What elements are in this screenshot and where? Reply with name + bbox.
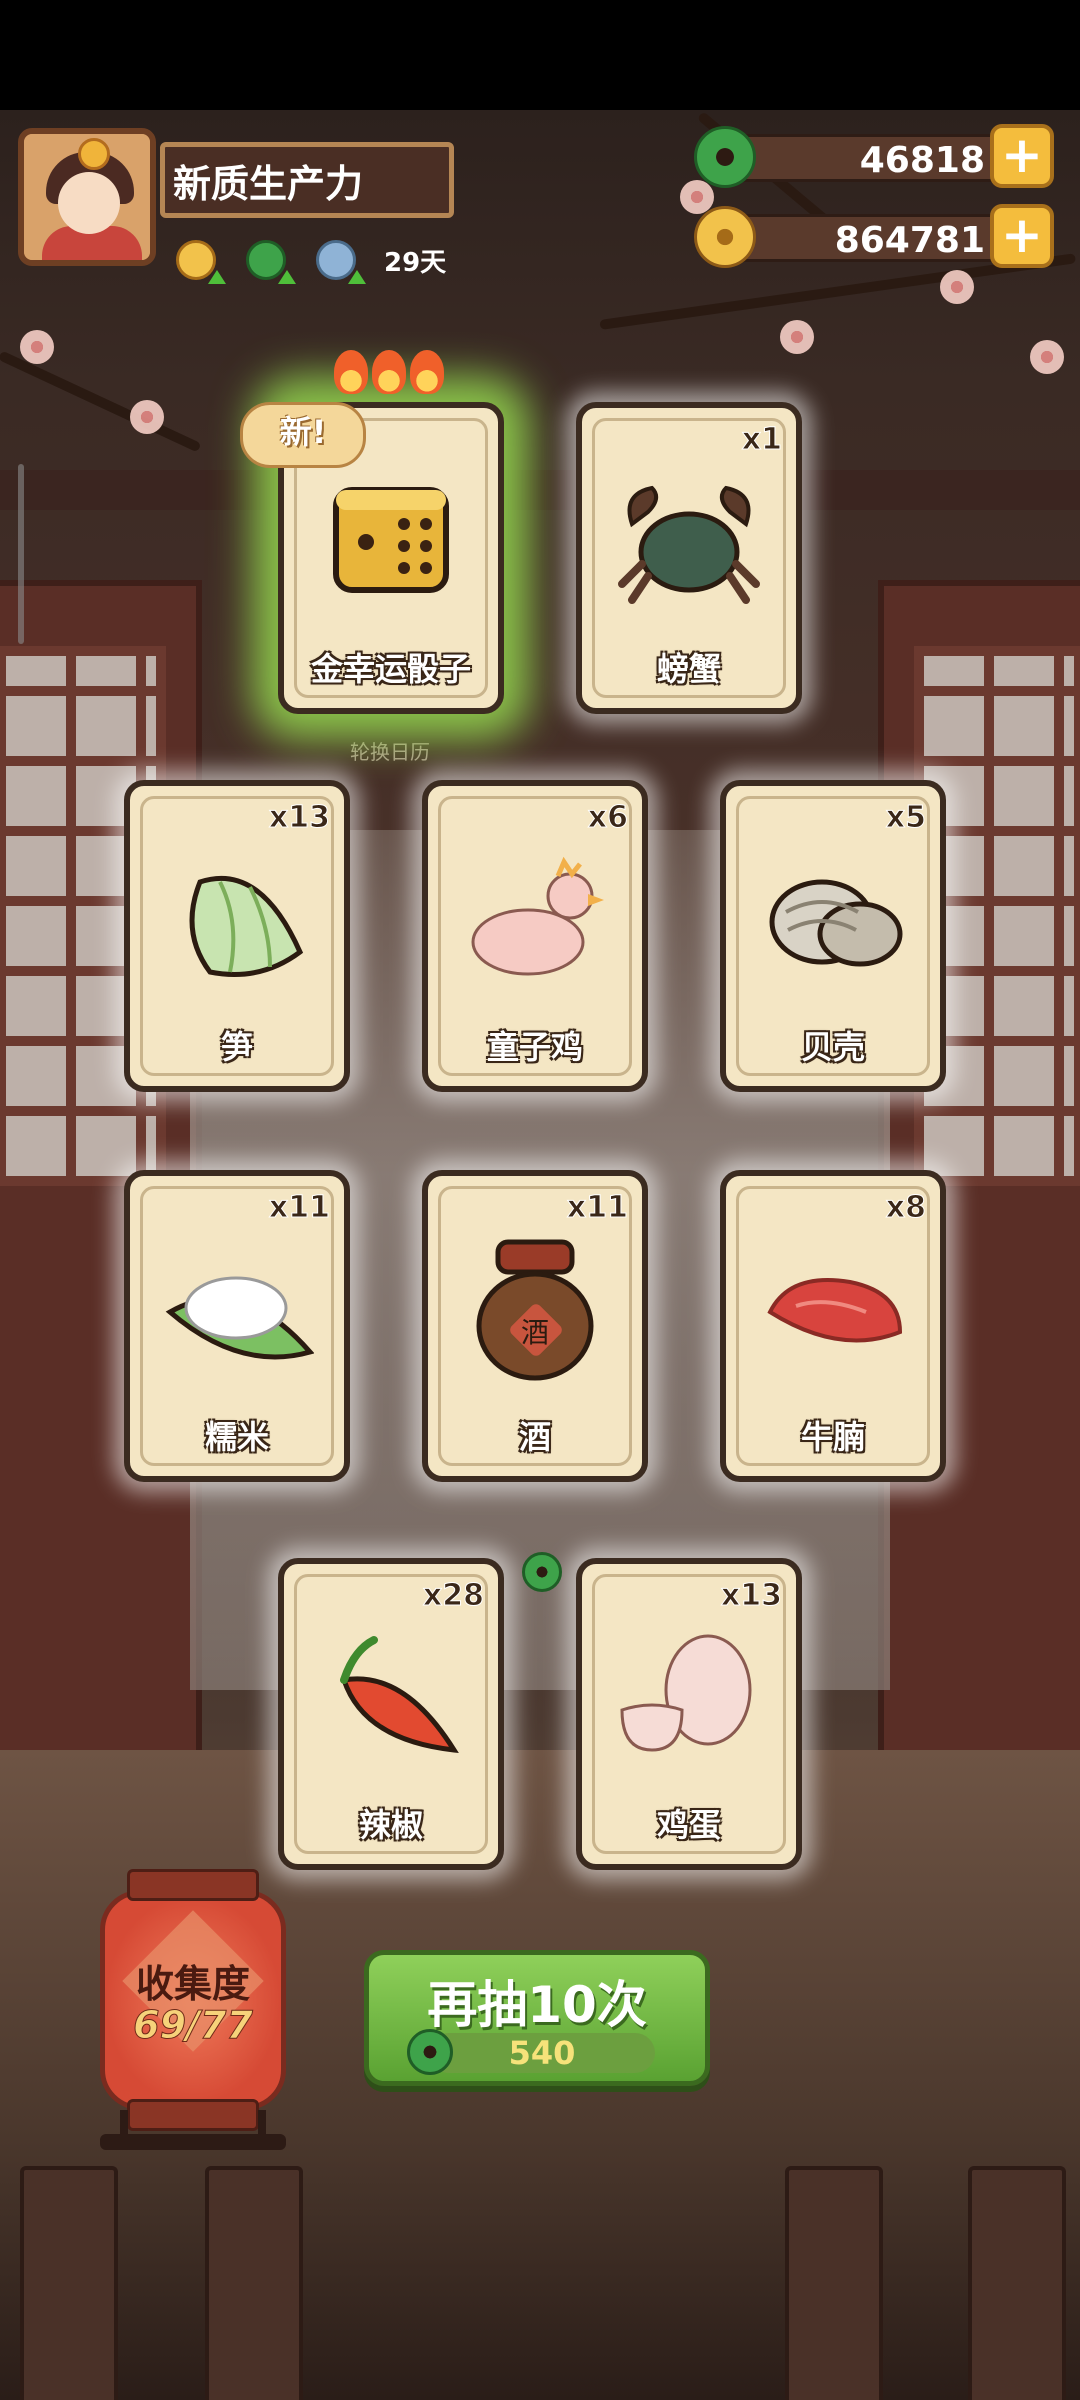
card-label: 笋 — [220, 1028, 253, 1066]
card-count: x13 — [268, 800, 330, 836]
gold-ingot-boost-icon[interactable] — [174, 234, 226, 286]
coin-currency: 864781 + — [694, 204, 1054, 268]
chick-icon — [471, 856, 604, 976]
jade-amount: 46818 — [724, 134, 1018, 182]
collection-title: 收集度 — [135, 1962, 250, 2006]
fire-icon — [334, 350, 444, 394]
jade-currency: 46818 + — [694, 124, 1054, 188]
card-crab[interactable]: x1 螃蟹 — [576, 402, 802, 714]
days-counter: 29天 — [384, 247, 447, 278]
shell-icon — [769, 879, 903, 967]
status-row: 29天 — [174, 232, 446, 288]
new-badge: 新! — [240, 402, 366, 468]
card-count: x28 — [422, 1578, 484, 1614]
collection-progress: 69/77 — [133, 2003, 254, 2048]
blossom — [780, 320, 814, 354]
collection-lantern[interactable]: 收集度 69/77 — [100, 1869, 286, 2131]
card-label: 酒 — [518, 1418, 551, 1456]
side-scroll-indicator — [18, 464, 24, 644]
card-count: x6 — [587, 800, 628, 836]
jade-icon — [694, 126, 756, 188]
beef-icon — [767, 1278, 903, 1343]
coin-icon — [694, 206, 756, 268]
card-label: 鸡蛋 — [656, 1806, 721, 1844]
card-sticky-rice[interactable]: x11 糯米 — [124, 1170, 350, 1482]
card-count: x11 — [566, 1190, 628, 1226]
card-beef[interactable]: x8 牛腩 — [720, 1170, 946, 1482]
fence-post — [20, 2166, 118, 2400]
card-bamboo-shoot[interactable]: x13 笋 — [124, 780, 350, 1092]
chili-icon — [340, 1636, 459, 1754]
sticky-rice-icon — [165, 1276, 314, 1360]
fence-post — [968, 2166, 1066, 2400]
background-sign: 轮换日历 — [350, 740, 430, 764]
player-name: 新质生产力 — [160, 142, 454, 218]
add-jade-button[interactable]: + — [990, 124, 1054, 188]
card-golden-dice[interactable]: 新! 金幸运骰子 — [240, 350, 504, 714]
card-wine[interactable]: x11 酒 酒 — [422, 1170, 648, 1482]
card-label: 糯米 — [204, 1418, 269, 1456]
blossom — [20, 330, 54, 364]
card-count: x1 — [741, 422, 782, 458]
card-chili[interactable]: x28 辣椒 — [278, 1558, 504, 1870]
jade-icon — [522, 1552, 562, 1592]
bowl-boost-icon[interactable] — [314, 234, 366, 286]
fence-post — [785, 2166, 883, 2400]
lantern-base — [100, 2134, 286, 2150]
blossom — [130, 400, 164, 434]
fence-post — [205, 2166, 303, 2400]
card-label: 辣椒 — [358, 1806, 423, 1844]
card-shell[interactable]: x5 贝壳 — [720, 780, 946, 1092]
add-coins-button[interactable]: + — [990, 204, 1054, 268]
card-chick[interactable]: x6 童子鸡 — [422, 780, 648, 1092]
draw-again-button[interactable]: 再抽10次 540 — [364, 1950, 710, 2086]
draw-cost-bar: 540 — [407, 2029, 655, 2075]
egg-icon — [620, 1634, 752, 1752]
card-label: 贝壳 — [800, 1028, 865, 1066]
card-count: x13 — [720, 1578, 782, 1614]
draw-button-label: 再抽10次 — [427, 1976, 647, 2034]
card-count: x8 — [885, 1190, 926, 1226]
branch — [0, 350, 202, 453]
bamboo-shoot-icon — [189, 875, 304, 977]
card-count: x11 — [268, 1190, 330, 1226]
blossom — [940, 270, 974, 304]
jar-char: 酒 — [521, 1316, 549, 1349]
coin-amount: 864781 — [724, 214, 1018, 262]
golden-dice-icon — [333, 487, 449, 593]
player-avatar[interactable] — [18, 128, 156, 266]
wine-jar-icon: 酒 — [476, 1239, 594, 1381]
card-label: 牛腩 — [800, 1418, 865, 1456]
card-egg[interactable]: x13 鸡蛋 — [576, 1558, 802, 1870]
crab-icon — [618, 485, 760, 604]
card-count: x5 — [885, 800, 926, 836]
draw-cost: 540 — [508, 2034, 576, 2072]
wall-beam — [0, 470, 1080, 510]
jade-boost-icon[interactable] — [244, 234, 296, 286]
card-label: 金幸运骰子 — [310, 650, 471, 688]
card-label: 童子鸡 — [486, 1028, 583, 1066]
blossom — [1030, 340, 1064, 374]
card-label: 螃蟹 — [656, 650, 721, 688]
